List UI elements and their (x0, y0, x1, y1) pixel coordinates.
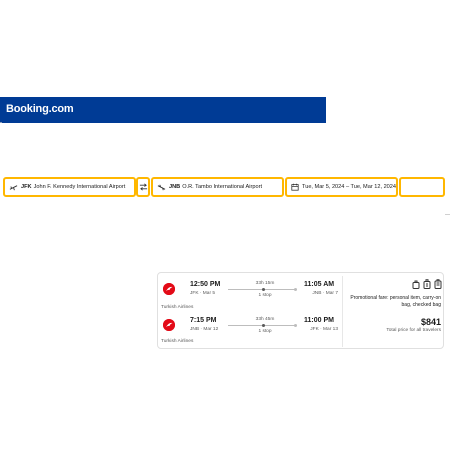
route-line (228, 323, 297, 327)
booking-logo[interactable]: Booking.com (6, 103, 74, 115)
turkish-airlines-logo-icon (163, 283, 175, 295)
duration: 33h 45m (255, 317, 275, 322)
depart-time: 7:15 PM (190, 317, 217, 324)
arrive-airport-date: JFK · Mar 13 (310, 327, 338, 332)
stop-dot (262, 324, 265, 327)
price-note: Total price for all travelers (386, 328, 441, 333)
checked-bag-icon (434, 279, 442, 289)
depart-airport-date: JNB · Mar 12 (190, 327, 219, 332)
flight-result-card[interactable]: 12:50 PM JFK · Mar 5 33h 15m 1 stop 11:0… (157, 272, 444, 349)
arrive-airport-date: JNB · Mar 7 (312, 291, 338, 296)
route-line (228, 287, 297, 291)
stop-dot (262, 288, 265, 291)
swap-arrows-icon (139, 178, 148, 196)
search-button[interactable] (399, 177, 445, 197)
destination-code: JNB (169, 184, 181, 190)
site-header: Booking.com (0, 97, 326, 123)
airline-name: Turkish Airlines (161, 339, 194, 344)
origin-code: JFK (21, 184, 32, 190)
flight-search-bar: JFK John F. Kennedy International Airpor… (0, 175, 450, 201)
personal-item-icon (412, 279, 420, 289)
carry-on-bag-icon (423, 279, 431, 289)
baggage-icons (412, 279, 442, 289)
fare-description: Promotional fare: personal item, carry-o… (350, 295, 441, 308)
depart-airport-date: JFK · Mar 5 (190, 291, 216, 296)
destination-field[interactable]: JNB O.R. Tambo International Airport (151, 177, 284, 197)
arrive-time: 11:00 PM (304, 317, 334, 324)
destination-name: O.R. Tambo International Airport (182, 184, 263, 190)
stops: 1 stop (258, 293, 272, 298)
dates-value: Tue, Mar 5, 2024 – Tue, Mar 12, 2024 (302, 184, 397, 190)
calendar-icon (291, 183, 299, 192)
airline-name: Turkish Airlines (161, 305, 194, 310)
stops: 1 stop (258, 329, 272, 334)
arrive-time: 11:05 AM (304, 281, 335, 288)
origin-field[interactable]: JFK John F. Kennedy International Airpor… (3, 177, 136, 197)
turkish-airlines-logo-icon (163, 319, 175, 331)
duration: 33h 15m (255, 281, 275, 286)
origin-name: John F. Kennedy International Airport (33, 184, 126, 190)
swap-button[interactable] (136, 177, 150, 197)
plane-landing-icon (157, 183, 166, 192)
depart-time: 12:50 PM (190, 281, 221, 288)
plane-takeoff-icon (9, 183, 18, 192)
card-divider (342, 276, 343, 347)
header-divider (0, 122, 2, 123)
divider (445, 214, 450, 215)
dates-field[interactable]: Tue, Mar 5, 2024 – Tue, Mar 12, 2024 (285, 177, 398, 197)
price: $841 (420, 317, 441, 327)
